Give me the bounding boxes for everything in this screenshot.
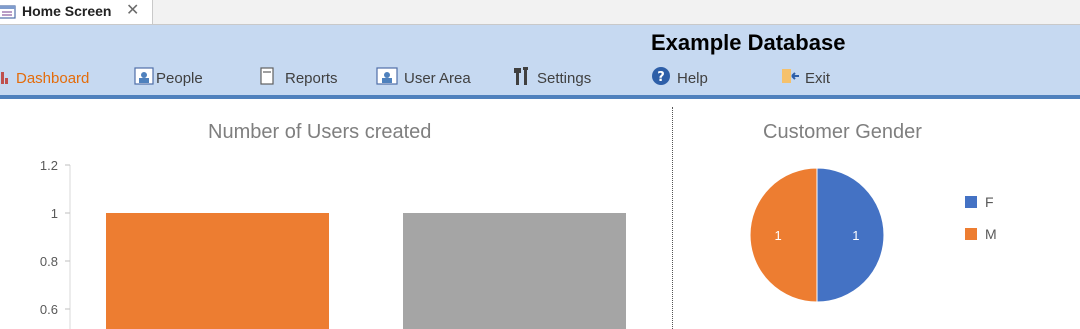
bar bbox=[106, 213, 329, 329]
pie-data-label: 1 bbox=[775, 228, 782, 243]
legend-item-m: M bbox=[965, 226, 997, 242]
users-created-chart: 1.2 1 0.8 0.6 bbox=[40, 158, 626, 329]
nav-label: Settings bbox=[537, 69, 592, 87]
document-tab-strip: Home Screen ✕ bbox=[0, 0, 1080, 25]
nav-reports[interactable]: Reports bbox=[259, 67, 338, 89]
user-area-icon bbox=[376, 67, 398, 89]
nav-label: Exit bbox=[805, 69, 831, 87]
tab-title: Home Screen bbox=[22, 3, 112, 19]
bar bbox=[403, 213, 626, 329]
y-tick-label: 1 bbox=[51, 206, 58, 221]
nav-settings[interactable]: Settings bbox=[513, 67, 591, 89]
legend-swatch bbox=[965, 228, 977, 240]
pie-slice bbox=[749, 167, 818, 303]
nav-exit[interactable]: Exit bbox=[781, 67, 830, 89]
legend-label: M bbox=[985, 226, 997, 242]
report-icon bbox=[259, 67, 275, 89]
settings-icon bbox=[513, 66, 531, 90]
customer-gender-chart: 11 bbox=[749, 167, 885, 303]
y-tick-label: 0.8 bbox=[40, 254, 58, 269]
nav-label: People bbox=[156, 69, 203, 87]
nav-label: Reports bbox=[285, 69, 338, 87]
nav-label: Help bbox=[677, 69, 708, 87]
legend-item-f: F bbox=[965, 194, 994, 210]
header-divider bbox=[0, 95, 1080, 99]
form-icon bbox=[0, 5, 16, 24]
bar-chart-icon bbox=[0, 68, 10, 88]
nav-user-area[interactable]: User Area bbox=[376, 67, 471, 89]
users-created-chart-panel: Number of Users created 1.2 1 0.8 0.6 bbox=[0, 107, 673, 329]
help-icon: ? bbox=[651, 66, 671, 90]
database-title: Example Database bbox=[651, 30, 846, 55]
customer-gender-chart-panel: Customer Gender 11 F M bbox=[674, 107, 1080, 329]
nav-dashboard[interactable]: Dashboard bbox=[0, 67, 89, 89]
pie-data-label: 1 bbox=[852, 228, 859, 243]
exit-icon bbox=[781, 67, 801, 89]
nav-people[interactable]: People bbox=[134, 67, 203, 89]
nav-help[interactable]: ? Help bbox=[651, 67, 708, 89]
legend-swatch bbox=[965, 196, 977, 208]
y-tick-label: 1.2 bbox=[40, 158, 58, 173]
nav-label: Dashboard bbox=[16, 69, 90, 87]
pie-slice bbox=[816, 167, 885, 303]
people-icon bbox=[134, 67, 154, 89]
legend-label: F bbox=[985, 194, 994, 210]
y-tick-label: 0.6 bbox=[40, 302, 58, 317]
close-icon[interactable]: ✕ bbox=[126, 2, 139, 20]
tab-home-screen[interactable]: Home Screen ✕ bbox=[0, 0, 153, 24]
svg-text:?: ? bbox=[657, 70, 665, 85]
nav-label: User Area bbox=[404, 69, 471, 87]
header-bar: Example Database Dashboard People Report… bbox=[0, 25, 1080, 95]
